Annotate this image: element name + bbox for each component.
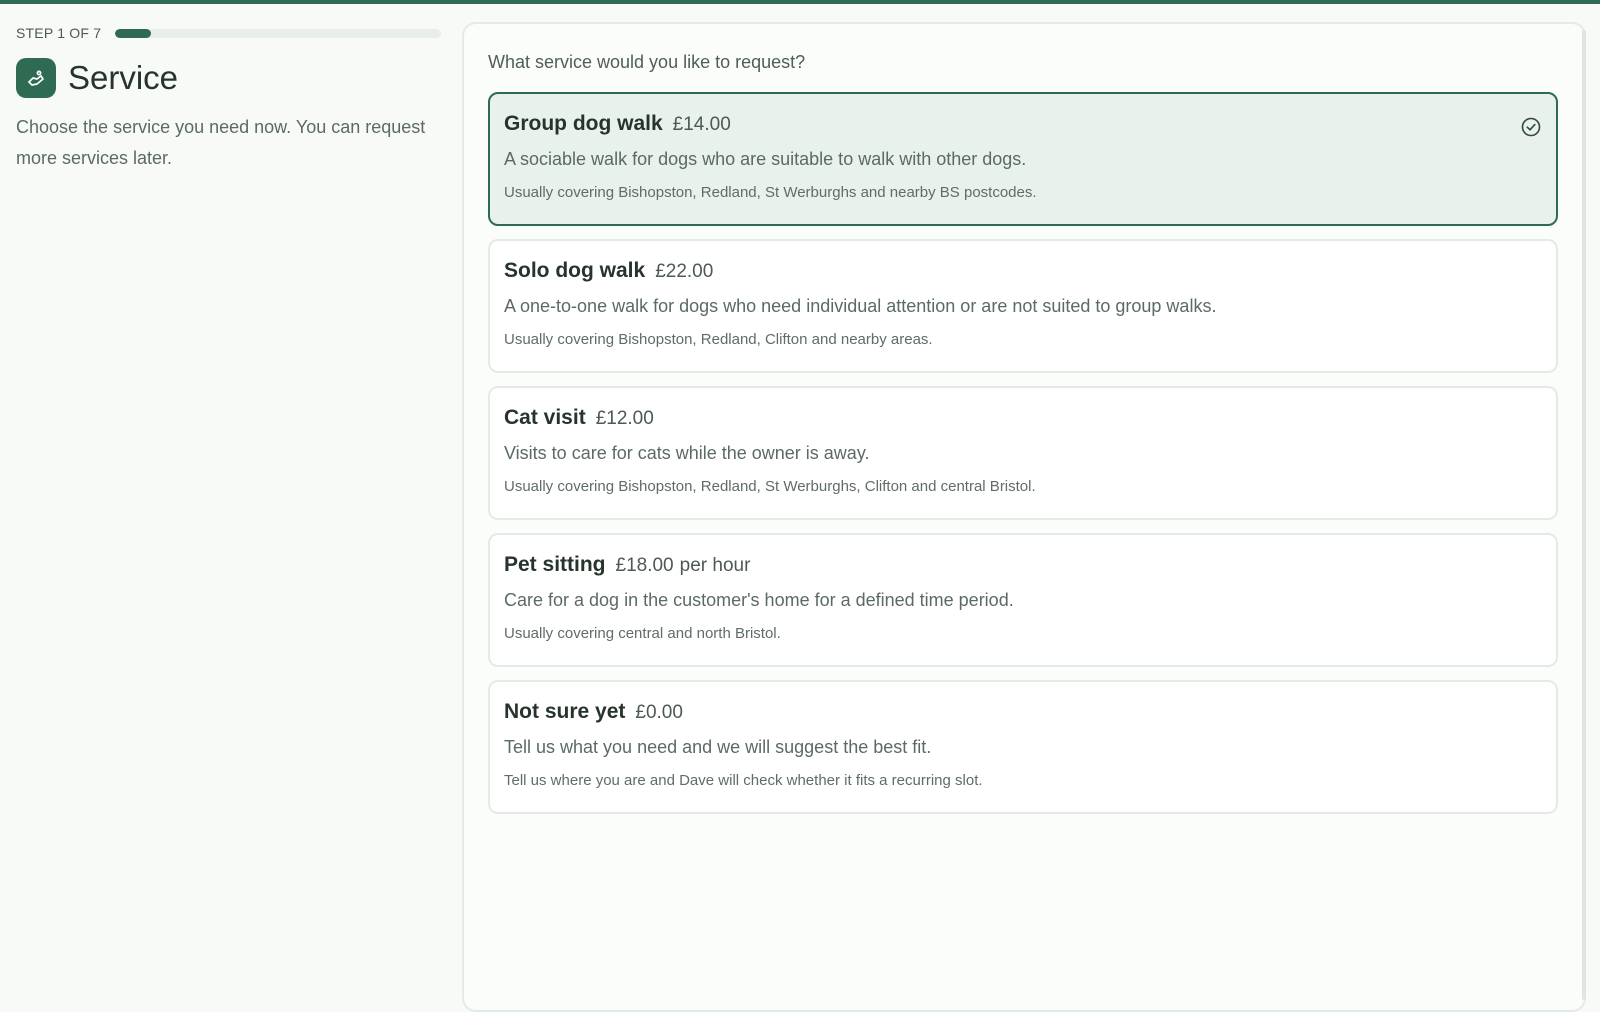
option-price: £22.00 bbox=[655, 261, 714, 282]
option-coverage: Usually covering Bishopston, Redland, St… bbox=[504, 184, 1037, 201]
paw-hand-icon bbox=[16, 58, 56, 98]
page-title: Service bbox=[68, 59, 179, 96]
option-description: Tell us what you need and we will sugges… bbox=[504, 737, 932, 757]
option-description: Care for a dog in the customer's home fo… bbox=[504, 590, 1014, 610]
option-header: Not sure yet £0.00 bbox=[504, 700, 1542, 724]
option-description: A one-to-one walk for dogs who need indi… bbox=[504, 296, 1217, 316]
service-option-cat-visit[interactable]: Cat visit £12.00 Visits to care for cats… bbox=[488, 386, 1558, 520]
option-header: Pet sitting £18.00 per hour bbox=[504, 553, 1542, 577]
option-name: Cat visit bbox=[504, 406, 586, 429]
option-name: Not sure yet bbox=[504, 700, 626, 723]
page-description: Choose the service you need now. You can… bbox=[16, 117, 426, 168]
service-question: What service would you like to request? bbox=[488, 52, 806, 72]
service-option-not-sure-yet[interactable]: Not sure yet £0.00 Tell us what you need… bbox=[488, 680, 1558, 814]
option-header: Group dog walk £14.00 bbox=[504, 112, 1542, 136]
option-price: £12.00 bbox=[595, 408, 654, 429]
step-progress-bar bbox=[115, 28, 442, 38]
option-price-unit: per hour bbox=[679, 555, 751, 576]
option-coverage: Tell us where you are and Dave will chec… bbox=[504, 772, 983, 789]
top-accent-bar bbox=[0, 0, 1600, 4]
option-price: £0.00 bbox=[635, 702, 683, 723]
option-price: £18.00 bbox=[615, 555, 674, 576]
option-price: £14.00 bbox=[672, 114, 731, 135]
check-circle-icon bbox=[1521, 117, 1541, 137]
title-row: Service bbox=[16, 58, 442, 98]
service-option-group-dog-walk[interactable]: Group dog walk £14.00 A sociable walk fo… bbox=[488, 92, 1558, 226]
option-description: A sociable walk for dogs who are suitabl… bbox=[504, 149, 1027, 169]
option-name: Solo dog walk bbox=[504, 259, 646, 282]
service-option-pet-sitting[interactable]: Pet sitting £18.00 per hour Care for a d… bbox=[488, 533, 1558, 667]
service-panel: What service would you like to request? … bbox=[462, 22, 1586, 1012]
step-sidebar: STEP 1 OF 7 Service Choose the service y… bbox=[16, 24, 442, 174]
step-label: STEP 1 OF 7 bbox=[16, 25, 102, 41]
option-coverage: Usually covering central and north Brist… bbox=[504, 625, 781, 642]
step-indicator: STEP 1 OF 7 bbox=[16, 24, 442, 42]
service-option-solo-dog-walk[interactable]: Solo dog walk £22.00 A one-to-one walk f… bbox=[488, 239, 1558, 373]
option-coverage: Usually covering Bishopston, Redland, Cl… bbox=[504, 331, 933, 348]
option-name: Group dog walk bbox=[504, 112, 663, 135]
step-progress-fill bbox=[115, 28, 152, 38]
option-header: Solo dog walk £22.00 bbox=[504, 259, 1542, 283]
option-name: Pet sitting bbox=[504, 553, 606, 576]
option-header: Cat visit £12.00 bbox=[504, 406, 1542, 430]
option-coverage: Usually covering Bishopston, Redland, St… bbox=[504, 478, 1036, 495]
panel-scrollbar[interactable] bbox=[1582, 30, 1586, 1000]
option-description: Visits to care for cats while the owner … bbox=[504, 443, 870, 463]
